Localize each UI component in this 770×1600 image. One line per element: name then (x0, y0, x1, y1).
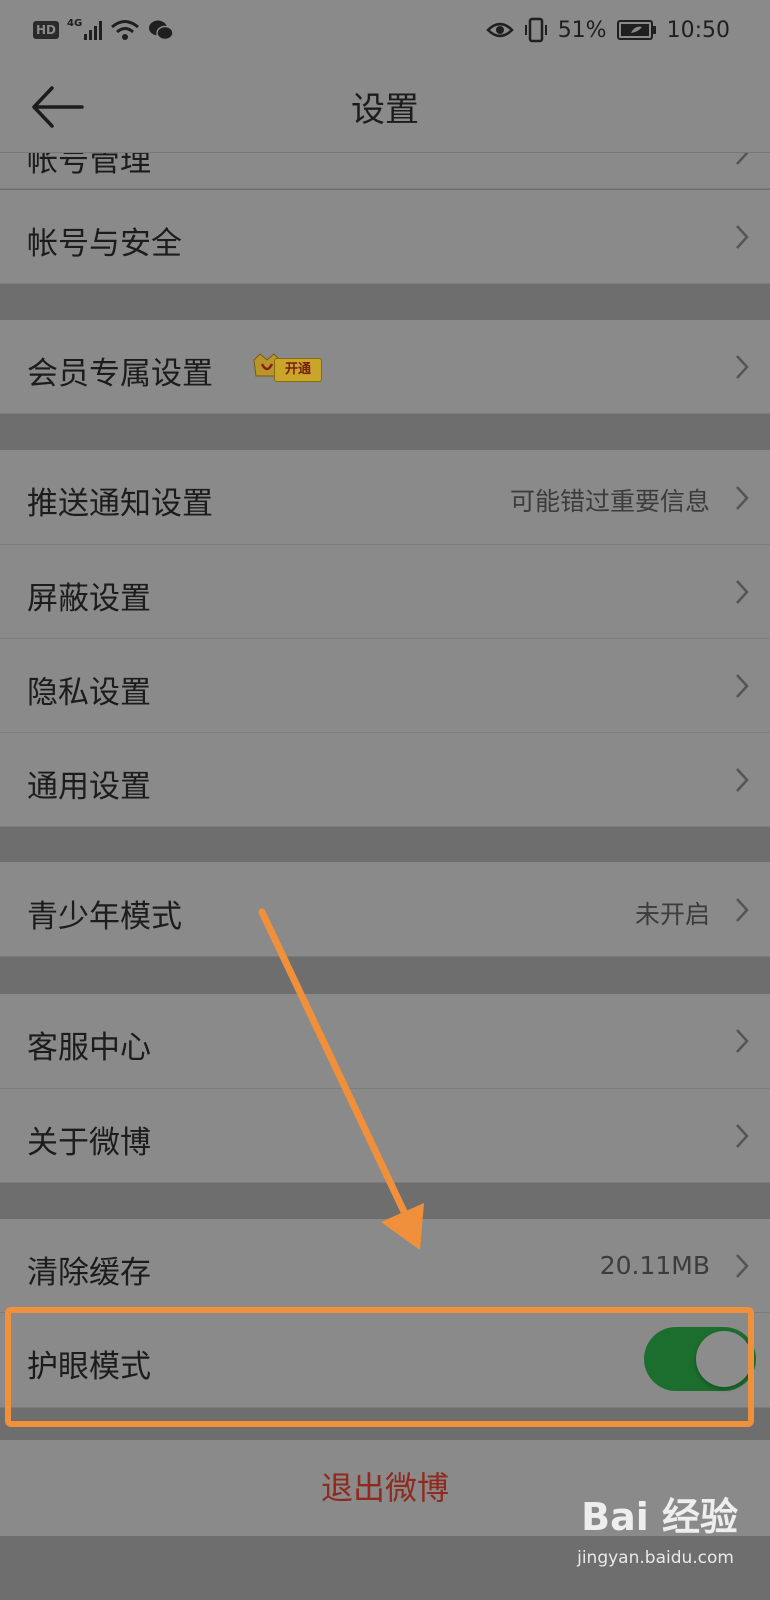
row-label: 推送通知设置 (27, 486, 213, 522)
row-value: 20.11MB (599, 1251, 710, 1280)
signal-icon (84, 20, 103, 40)
row-general-settings[interactable]: 通用设置 (0, 733, 770, 827)
row-privacy-settings[interactable]: 隐私设置 (0, 639, 770, 733)
watermark-logo-text: Bai 经验 (581, 1495, 738, 1539)
nav-header: 设置 (0, 60, 770, 153)
row-block-settings[interactable]: 屏蔽设置 (0, 545, 770, 639)
row-account-manage[interactable]: 帐号管理 (0, 153, 770, 189)
chevron-right-icon (736, 1029, 749, 1053)
row-label: 客服中心 (27, 1030, 151, 1066)
row-about-weibo[interactable]: 关于微博 (0, 1089, 770, 1183)
watermark-url: jingyan.baidu.com (577, 1548, 734, 1568)
network-type: 4G (67, 18, 83, 29)
chevron-right-icon (736, 1124, 749, 1148)
chevron-right-icon (736, 768, 749, 792)
row-label: 通用设置 (27, 769, 151, 805)
row-account-security[interactable]: 帐号与安全 (0, 190, 770, 284)
row-vip-settings[interactable]: 会员专属设置 开通 (0, 320, 770, 414)
row-label: 清除缓存 (27, 1255, 151, 1291)
row-eye-care-mode: 护眼模式 (0, 1313, 770, 1408)
wechat-icon (149, 20, 174, 41)
row-customer-service[interactable]: 客服中心 (0, 994, 770, 1089)
battery-icon (616, 20, 656, 40)
row-clear-cache[interactable]: 清除缓存 20.11MB (0, 1219, 770, 1313)
clock: 10:50 (666, 17, 730, 43)
eye-care-toggle[interactable] (644, 1327, 756, 1391)
chevron-right-icon (736, 898, 749, 922)
row-label: 屏蔽设置 (27, 581, 151, 617)
row-label: 帐号与安全 (27, 226, 182, 262)
row-youth-mode[interactable]: 青少年模式 未开启 (0, 862, 770, 957)
chevron-right-icon (736, 153, 749, 165)
row-label: 隐私设置 (27, 675, 151, 711)
chevron-right-icon (736, 355, 749, 379)
hd-icon: HD (33, 21, 60, 39)
page-title: 设置 (351, 90, 419, 130)
row-label: 青少年模式 (27, 899, 182, 935)
battery-percent: 51% (557, 17, 607, 43)
row-push-settings[interactable]: 推送通知设置 可能错过重要信息 (0, 450, 770, 545)
chevron-right-icon (736, 580, 749, 604)
status-left-icons: HD 4G (33, 16, 174, 44)
toggle-knob (696, 1331, 752, 1387)
vip-open-badge[interactable]: 开通 (252, 350, 322, 384)
row-value: 可能错过重要信息 (509, 487, 710, 516)
status-bar: HD 4G 51% 10:50 (0, 0, 770, 60)
row-label: 会员专属设置 (27, 356, 213, 392)
chevron-right-icon (736, 486, 749, 510)
row-label: 帐号管理 (27, 153, 151, 179)
eye-icon (485, 22, 514, 38)
vip-open-label: 开通 (274, 358, 322, 382)
vibrate-icon (524, 17, 547, 43)
row-label: 护眼模式 (27, 1349, 151, 1385)
row-label: 关于微博 (27, 1125, 151, 1161)
chevron-right-icon (736, 225, 749, 249)
wifi-icon (111, 20, 140, 40)
status-right-icons: 51% 10:50 (485, 14, 730, 46)
chevron-right-icon (736, 1254, 749, 1278)
baidu-jingyan-watermark: Bai 经验 jingyan.baidu.com (577, 1478, 738, 1588)
row-value: 未开启 (634, 900, 710, 929)
chevron-right-icon (736, 674, 749, 698)
